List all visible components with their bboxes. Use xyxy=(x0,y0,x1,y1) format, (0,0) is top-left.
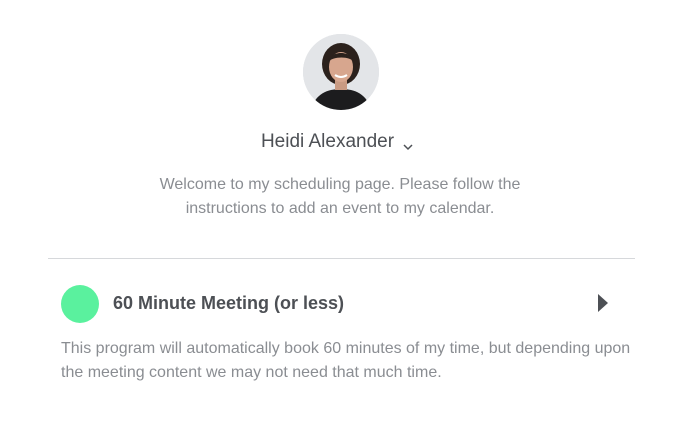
chevron-down-icon xyxy=(402,137,414,151)
event-color-dot xyxy=(61,285,99,323)
avatar xyxy=(303,34,379,110)
scheduling-page: Heidi Alexander Welcome to my scheduling… xyxy=(0,0,675,428)
divider xyxy=(48,258,635,259)
event-title: 60 Minute Meeting (or less) xyxy=(113,293,345,313)
event-type-60-minute-meeting[interactable]: 60 Minute Meeting (or less) This program… xyxy=(48,283,635,393)
triangle-right-icon[interactable] xyxy=(598,294,608,312)
event-description: This program will automatically book 60 … xyxy=(61,340,631,381)
owner-name: Heidi Alexander xyxy=(260,131,395,152)
owner-name-dropdown[interactable]: Heidi Alexander xyxy=(0,131,675,153)
avatar-image xyxy=(303,34,379,110)
welcome-message: Welcome to my scheduling page. Please fo… xyxy=(159,176,521,217)
